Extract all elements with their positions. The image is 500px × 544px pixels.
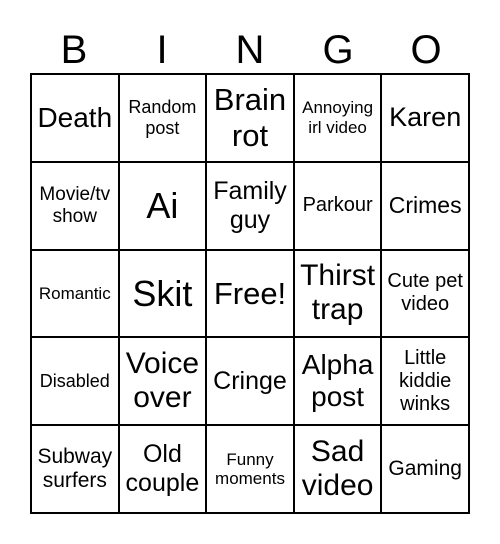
header-letter-g: G xyxy=(322,28,354,72)
bingo-cell[interactable]: Karen xyxy=(381,74,469,162)
header-letter-o: O xyxy=(410,28,442,72)
bingo-cell[interactable]: Subway surfers xyxy=(31,425,119,513)
bingo-cell[interactable]: Free! xyxy=(206,249,294,338)
bingo-cell[interactable]: Alpha post xyxy=(293,337,382,426)
bingo-cell[interactable]: Old couple xyxy=(118,425,207,513)
bingo-cell[interactable]: Family guy xyxy=(206,161,294,250)
header-letter-b: B xyxy=(60,28,88,72)
header-letter-i: I xyxy=(156,28,168,72)
bingo-cell[interactable]: Annoying irl video xyxy=(293,74,382,162)
bingo-cell[interactable]: Sad video xyxy=(293,425,382,513)
bingo-cell[interactable]: Random post xyxy=(118,74,207,162)
bingo-cell[interactable]: Ai xyxy=(118,161,207,250)
header-letter-n: N xyxy=(235,28,265,72)
bingo-cell[interactable]: Romantic xyxy=(31,249,119,338)
bingo-cell[interactable]: Movie/tv show xyxy=(31,161,119,250)
bingo-cell[interactable]: Gaming xyxy=(381,425,469,513)
bingo-cell[interactable]: Voice over xyxy=(118,337,207,426)
bingo-cell[interactable]: Funny moments xyxy=(206,425,294,513)
bingo-cell[interactable]: Death xyxy=(31,74,119,162)
bingo-cell[interactable]: Parkour xyxy=(293,161,382,250)
bingo-cell[interactable]: Little kiddie winks xyxy=(381,337,469,426)
bingo-grid: Death Random post Brain rot Annoying irl vi… xyxy=(30,73,470,514)
bingo-cell[interactable]: Cute pet video xyxy=(381,249,469,338)
bingo-cell[interactable]: Crimes xyxy=(381,161,469,250)
bingo-cell[interactable]: Skit xyxy=(118,249,207,338)
bingo-cell[interactable]: Cringe xyxy=(206,337,294,426)
bingo-cell[interactable]: Thirst trap xyxy=(293,249,382,338)
bingo-header: B I N G O xyxy=(30,26,470,74)
bingo-cell[interactable]: Disabled xyxy=(31,337,119,426)
bingo-cell[interactable]: Brain rot xyxy=(206,74,294,162)
